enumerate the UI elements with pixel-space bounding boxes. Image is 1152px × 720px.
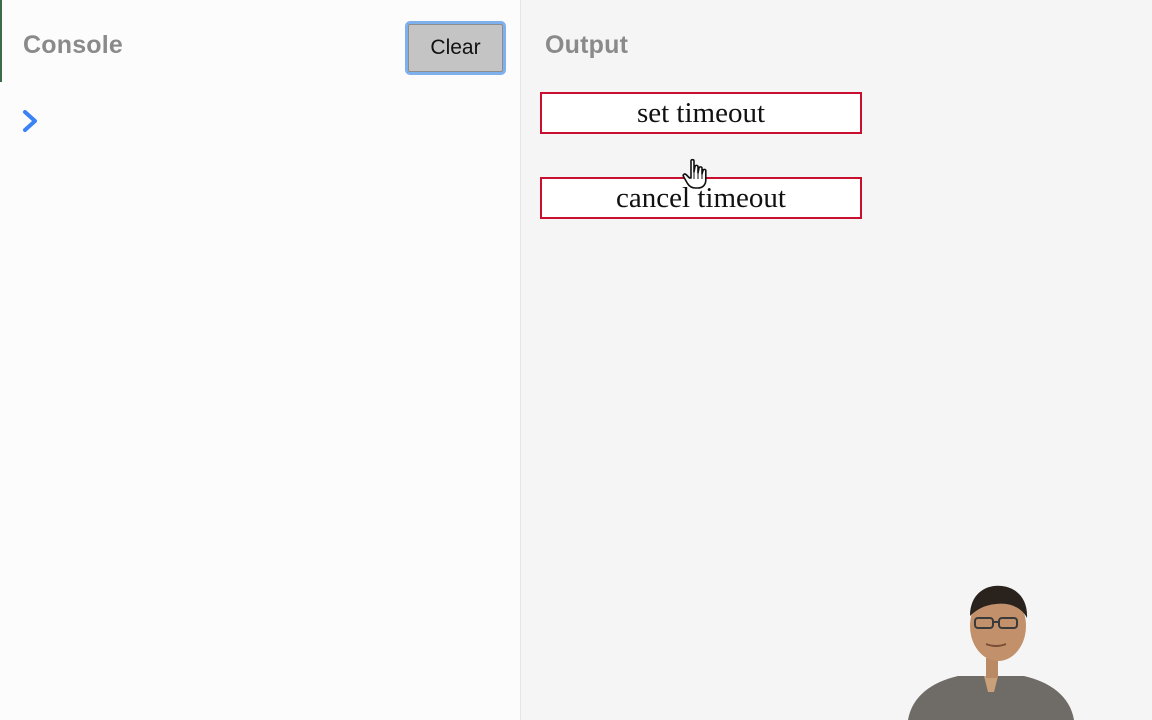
- app-root: Console Clear Output set timeout cancel …: [0, 0, 1152, 720]
- window-edge-accent: [0, 0, 2, 82]
- console-title: Console: [23, 31, 124, 59]
- clear-button-label: Clear: [408, 24, 503, 72]
- set-timeout-button[interactable]: set timeout: [540, 92, 862, 134]
- console-pane: Console Clear: [0, 0, 521, 720]
- chevron-right-icon[interactable]: [19, 107, 43, 135]
- presenter-video-overlay: [908, 585, 1074, 720]
- clear-button[interactable]: Clear: [405, 21, 506, 75]
- output-title: Output: [545, 31, 629, 59]
- hand-pointer-icon: [682, 158, 707, 189]
